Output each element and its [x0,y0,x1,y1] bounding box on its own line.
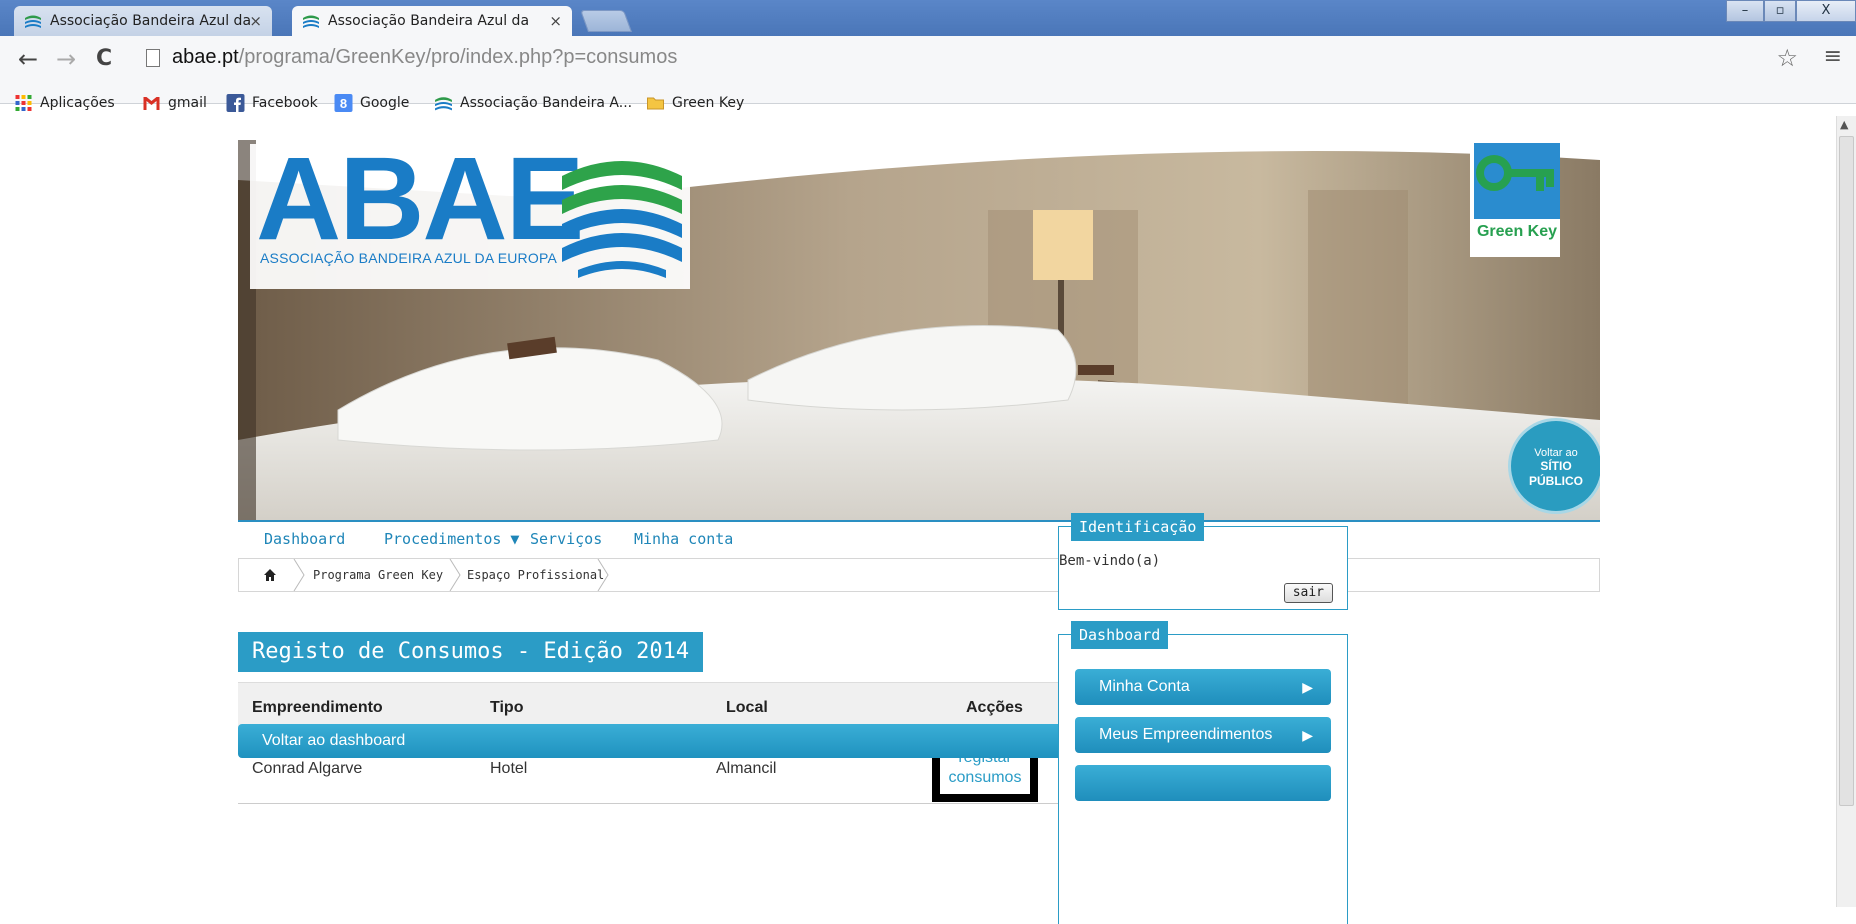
bookmark-gmail[interactable]: gmail [142,90,207,116]
facebook-icon [226,94,245,112]
play-arrow-icon: ▶ [1302,679,1313,695]
restore-button[interactable]: ▫ [1764,0,1796,22]
dashboard-panel: Dashboard Minha Conta ▶ Meus Empreendime… [1058,621,1348,924]
forward-icon[interactable]: → [56,46,76,72]
minha-conta-button[interactable]: Minha Conta ▶ [1075,669,1331,705]
button-label: Voltar ao dashboard [262,732,406,749]
svg-text:8: 8 [340,96,347,111]
waves-logo-icon [562,161,682,278]
bookmark-aplicacoes[interactable]: Aplicações [14,90,115,116]
abae-favicon-icon [303,15,319,28]
scroll-thumb[interactable] [1839,136,1854,806]
reload-icon[interactable]: C [96,46,112,72]
apps-grid-icon [15,95,32,111]
bookmark-label: gmail [168,95,207,111]
header-banner: ABAE ASSOCIAÇÃO BANDEIRA AZUL DA EUROPA … [238,140,1600,520]
abae-favicon-icon [435,97,452,111]
abae-favicon-icon [25,15,41,28]
browser-tab-strip: Associação Bandeira Azul da × Associação… [0,0,1856,36]
close-icon[interactable]: × [549,6,562,36]
scroll-up-icon[interactable]: ▲ [1840,118,1848,131]
bookmark-star-icon[interactable]: ☆ [1776,44,1798,72]
bookmark-green-key-folder[interactable]: Green Key [646,90,744,116]
bookmarks-bar: Aplicações gmail Facebook 8 Google Assoc… [0,90,1856,116]
logo-text: ABAE [256,140,584,265]
tab-title: Associação Bandeira Azul da [50,13,252,29]
bookmark-label: Google [360,95,410,111]
panel-title: Identificação [1071,513,1205,541]
breadcrumb-item[interactable]: Espaço Profissional [467,559,604,591]
tab-title: Associação Bandeira Azul da [328,13,530,29]
url-text: abae.pt/programa/GreenKey/pro/index.php?… [172,46,678,68]
browser-tab[interactable]: Associação Bandeira Azul da × [14,6,272,36]
vertical-scrollbar[interactable]: ▲ [1836,116,1856,907]
sitio-line3: PÚBLICO [1529,474,1583,488]
breadcrumb-separator [597,559,609,591]
bookmark-label: Facebook [252,95,318,111]
bookmark-label: Associação Bandeira A... [460,95,633,111]
browser-tab-active[interactable]: Associação Bandeira Azul da × [292,6,572,36]
page-content: ABAE ASSOCIAÇÃO BANDEIRA AZUL DA EUROPA … [238,140,1600,924]
logout-button[interactable]: sair [1283,583,1333,603]
google-icon: 8 [334,94,353,112]
breadcrumb-separator [293,559,305,591]
panel-title: Dashboard [1071,621,1169,649]
green-key-label: Green Key [1476,223,1558,240]
nav-procedimentos[interactable]: Procedimentos ▼ [384,526,519,552]
close-window-button[interactable]: X [1796,0,1856,22]
bookmark-google[interactable]: 8 Google [334,90,409,116]
logo-subtitle: ASSOCIAÇÃO BANDEIRA AZUL DA EUROPA [260,250,557,266]
page-icon [146,49,160,67]
button-label: Meus Empreendimentos [1099,726,1273,743]
folder-icon [647,97,664,110]
button-label: Minha Conta [1099,678,1190,695]
green-key-badge [1474,143,1560,219]
home-icon[interactable] [263,568,277,582]
bookmark-facebook[interactable]: Facebook [226,90,318,116]
new-tab-button[interactable] [579,10,633,32]
minimize-button[interactable]: – [1726,0,1764,22]
bookmark-abae[interactable]: Associação Bandeira A... [434,90,632,116]
nav-dashboard[interactable]: Dashboard [264,526,345,552]
breadcrumb-item[interactable]: Programa Green Key [313,559,443,591]
breadcrumb: Programa Green Key Espaço Profissional [238,558,1600,592]
back-icon[interactable]: ← [18,46,38,72]
bookmark-label: Green Key [672,95,745,111]
banner-divider [238,520,1600,522]
sitio-line2: SÍTIO [1540,459,1572,473]
nav-servicos[interactable]: Serviços [530,526,602,552]
action-line: consumos [948,769,1022,786]
back-to-public-site-button[interactable]: Voltar ao SÍTIO PÚBLICO [1508,418,1600,514]
green-key-logo[interactable]: Green Key [1470,143,1560,257]
key-icon [1476,155,1554,191]
play-arrow-icon: ▶ [1302,727,1313,743]
sidebar-button-partial[interactable] [1075,765,1331,801]
gmail-icon [143,97,160,110]
breadcrumb-separator [449,559,461,591]
menu-icon[interactable]: ≡ [1824,44,1842,69]
address-bar[interactable]: abae.pt/programa/GreenKey/pro/index.php?… [140,44,1760,74]
nav-minha-conta[interactable]: Minha conta [634,526,733,552]
identificacao-panel: Identificação Bem-vindo(a) sair [1058,513,1348,610]
bookmark-label: Aplicações [40,95,115,111]
page-title: Registo de Consumos - Edição 2014 [238,632,704,672]
close-icon[interactable]: × [249,6,262,36]
meus-empreendimentos-button[interactable]: Meus Empreendimentos ▶ [1075,717,1331,753]
welcome-text: Bem-vindo(a) [1059,553,1161,569]
sitio-line1: Voltar ao [1534,447,1578,459]
abae-logo[interactable]: ABAE ASSOCIAÇÃO BANDEIRA AZUL DA EUROPA [250,140,690,289]
